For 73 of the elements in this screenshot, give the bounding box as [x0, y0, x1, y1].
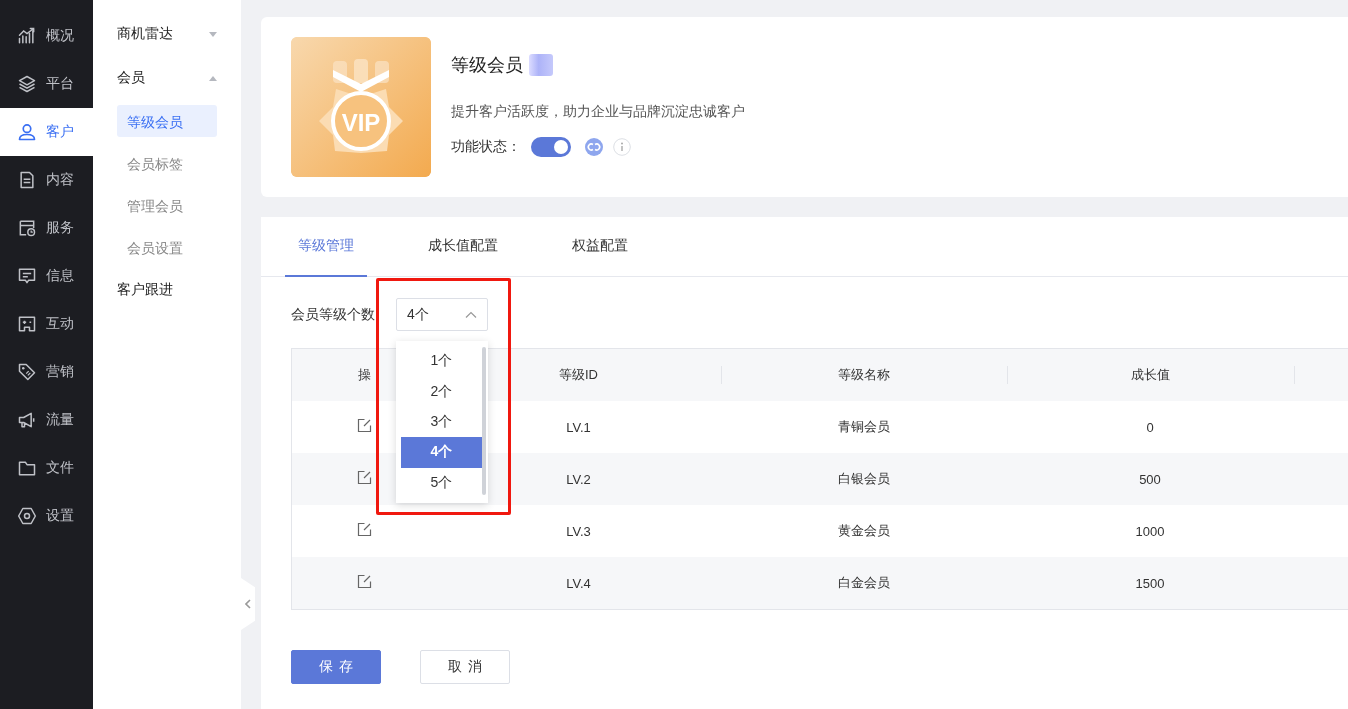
- dropdown-option[interactable]: 1个: [401, 346, 482, 377]
- nav-item[interactable]: 信息: [0, 252, 93, 300]
- table-cell: 白金会员: [837, 574, 890, 592]
- submenu-item[interactable]: 会员标签: [117, 147, 217, 179]
- table-cell: 1000: [1135, 523, 1165, 539]
- edit-icon[interactable]: [356, 418, 372, 433]
- table-cell: 黄金会员: [837, 522, 890, 540]
- nav-item[interactable]: 服务: [0, 204, 93, 252]
- nav-item[interactable]: 概况: [0, 12, 93, 60]
- column-header: 等级ID: [559, 366, 598, 384]
- submenu-item[interactable]: 会员设置: [117, 231, 217, 263]
- field-label: 会员等级个数: [291, 305, 376, 324]
- message-icon: [17, 266, 37, 286]
- column-header: 操: [357, 366, 371, 384]
- level-count-select[interactable]: 4个: [396, 298, 488, 331]
- dropdown-option[interactable]: 4个: [401, 437, 482, 468]
- user-icon: [17, 122, 37, 142]
- table-cell: LV.1: [566, 419, 591, 435]
- megaphone-icon: [17, 410, 37, 430]
- edit-icon[interactable]: [356, 574, 372, 589]
- nav-item[interactable]: 互动: [0, 300, 93, 348]
- tab[interactable]: 成长值配置: [415, 217, 511, 277]
- cancel-button[interactable]: 取消: [420, 650, 510, 684]
- nav-item[interactable]: 客户: [0, 108, 93, 156]
- edit-icon[interactable]: [356, 522, 372, 537]
- table-cell: 白银会员: [837, 470, 890, 488]
- submenu-item[interactable]: 管理会员: [117, 189, 217, 221]
- table-cell: LV.4: [566, 575, 591, 591]
- column-header: 成长值: [1130, 366, 1170, 384]
- table-cell: 青铜会员: [837, 418, 890, 436]
- status-toggle[interactable]: [531, 137, 571, 157]
- column-header: 等级名称: [837, 366, 890, 384]
- folder-icon: [17, 458, 37, 478]
- dropdown-option[interactable]: 3个: [401, 406, 482, 438]
- tab[interactable]: 权益配置: [559, 217, 641, 277]
- layers-icon: [17, 74, 37, 94]
- table-cell: 0: [1146, 419, 1154, 435]
- table-cell: 500: [1139, 471, 1161, 487]
- save-button[interactable]: 保存: [291, 650, 381, 684]
- table-cell: LV.2: [566, 471, 591, 487]
- dropdown-option[interactable]: 2个: [401, 376, 482, 407]
- nav-item[interactable]: 营销: [0, 348, 93, 396]
- feature-description: 提升客户活跃度，助力企业与品牌沉淀忠诚客户: [451, 103, 745, 121]
- menu-item[interactable]: 客户跟进: [117, 268, 217, 312]
- chevron-left-icon: [245, 599, 251, 609]
- nav-item[interactable]: 流量: [0, 396, 93, 444]
- menu-group[interactable]: 商机雷达: [117, 12, 217, 56]
- menu-group[interactable]: 会员: [117, 56, 217, 100]
- feature-title: 等级会员: [451, 54, 523, 77]
- settings-icon: [17, 506, 37, 526]
- vip-medal-drawing: VIP: [291, 37, 431, 177]
- chevron-icon: [465, 311, 477, 318]
- nav-item[interactable]: 文件: [0, 444, 93, 492]
- gamepad-icon: [17, 314, 37, 334]
- document-icon: [17, 170, 37, 190]
- nav-item[interactable]: 设置: [0, 492, 93, 540]
- dropdown-option[interactable]: 5个: [401, 467, 482, 499]
- status-label: 功能状态：: [451, 138, 521, 156]
- link-icon[interactable]: [585, 138, 603, 156]
- scrollbar[interactable]: [482, 347, 486, 495]
- table-cell: 1500: [1135, 575, 1165, 591]
- calendar-clock-icon: [17, 218, 37, 238]
- tab[interactable]: 等级管理: [285, 217, 367, 277]
- edit-icon[interactable]: [356, 470, 372, 485]
- caret-icon: [209, 31, 217, 37]
- blurred-badge: [529, 54, 553, 76]
- caret-icon: [209, 75, 217, 81]
- nav-item[interactable]: 平台: [0, 60, 93, 108]
- chart-icon: [17, 26, 37, 46]
- table-cell: LV.3: [566, 523, 591, 539]
- submenu-item[interactable]: 等级会员: [117, 105, 217, 137]
- tag-icon: [17, 362, 37, 382]
- nav-item[interactable]: 内容: [0, 156, 93, 204]
